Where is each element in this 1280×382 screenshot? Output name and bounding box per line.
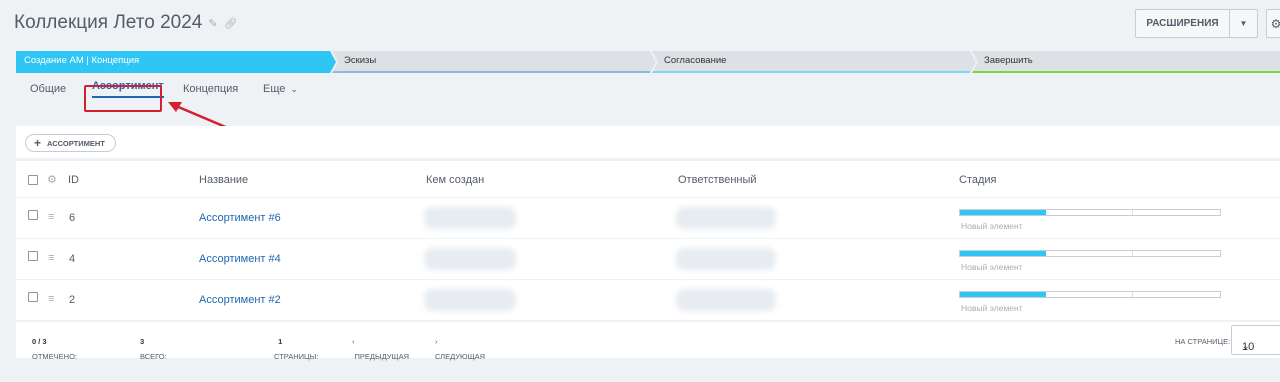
drag-handle-icon[interactable]: ≡ <box>48 253 59 264</box>
chevron-down-icon: ⌄ <box>290 84 298 94</box>
stage-bar: Создание АМ | Концепция Эскизы Согласова… <box>16 51 1280 73</box>
prev-page-link[interactable]: ‹ ПРЕДЫДУЩАЯ <box>352 337 409 361</box>
pages-info: СТРАНИЦЫ: 1 <box>274 337 318 361</box>
column-responsible[interactable]: Ответственный <box>678 174 757 186</box>
stage-label: Согласование <box>664 55 727 66</box>
select-all-checkbox[interactable] <box>28 175 38 185</box>
prev-page-label: ПРЕДЫДУЩАЯ <box>354 352 410 361</box>
total-count-value: 3 <box>140 337 145 346</box>
table-row[interactable]: ≡ 6 Ассортимент #6 Новый элемент <box>16 198 1280 239</box>
row-id: 4 <box>69 253 76 265</box>
caret-down-icon[interactable]: ▼ <box>1229 10 1257 37</box>
stage-label: Новый элемент <box>961 303 1023 313</box>
assortment-grid: ⚙ ID Название Кем создан Ответственный С… <box>16 161 1280 361</box>
stage-progress-fill <box>960 251 1046 256</box>
stage-finish[interactable]: Завершить <box>972 51 1280 73</box>
stage-label: Новый элемент <box>961 262 1023 272</box>
selected-count-label: ОТМЕЧЕНО: <box>32 352 77 361</box>
next-page-link[interactable]: СЛЕДУЮЩАЯ › <box>435 337 485 361</box>
progress-divider <box>1132 210 1133 215</box>
stage-label: Новый элемент <box>961 221 1023 231</box>
stage-color-bar <box>972 71 1280 73</box>
row-checkbox[interactable] <box>28 292 38 302</box>
stage-progress <box>959 291 1221 298</box>
link-icon[interactable]: 🔗︎ <box>224 17 238 30</box>
pages-value: 1 <box>278 337 283 346</box>
tab-general[interactable]: Общие <box>30 83 66 95</box>
stage-progress <box>959 250 1221 257</box>
row-name-link[interactable]: Ассортимент #6 <box>199 212 281 224</box>
extensions-button[interactable]: РАСШИРЕНИЯ ▼ <box>1135 9 1258 38</box>
drag-handle-icon[interactable]: ≡ <box>48 294 59 305</box>
column-name[interactable]: Название <box>199 174 248 186</box>
next-page-label: СЛЕДУЮЩАЯ <box>435 352 486 361</box>
stage-color-bar <box>652 71 970 73</box>
stage-create-concept[interactable]: Создание АМ | Концепция <box>16 51 336 73</box>
grid-footer: ОТМЕЧЕНО: 0 / 3 ВСЕГО: 3 СТРАНИЦЫ: 1 ‹ П… <box>16 321 1280 361</box>
per-page-select[interactable]: 10 ⌄ <box>1231 325 1280 355</box>
stage-progress <box>959 209 1221 216</box>
column-id[interactable]: ID <box>68 174 79 186</box>
gear-icon[interactable]: ⚙ <box>47 173 57 186</box>
tab-more-label: Еще <box>263 83 286 95</box>
gear-icon[interactable]: ⚙ <box>1266 9 1280 38</box>
per-page-label: НА СТРАНИЦЕ: <box>1175 337 1231 346</box>
stage-color-bar <box>332 71 650 73</box>
progress-divider <box>1132 251 1133 256</box>
stage-label: Завершить <box>984 55 1033 66</box>
total-count-label: ВСЕГО: <box>140 352 167 361</box>
stage-progress-fill <box>960 292 1046 297</box>
stage-label: Создание АМ | Концепция <box>24 55 140 66</box>
column-created-by[interactable]: Кем создан <box>426 174 484 186</box>
page-title: Коллекция Лето 2024 <box>14 12 203 33</box>
responsible-blurred <box>676 207 776 229</box>
extensions-label[interactable]: РАСШИРЕНИЯ <box>1136 18 1229 29</box>
grid-toolbar: + АССОРТИМЕНТ <box>16 126 1280 158</box>
created-by-blurred <box>424 248 516 270</box>
pencil-icon[interactable]: ✎ <box>208 17 217 30</box>
add-assortment-label: АССОРТИМЕНТ <box>47 138 105 148</box>
stage-approval[interactable]: Согласование <box>652 51 976 73</box>
row-name-link[interactable]: Ассортимент #4 <box>199 253 281 265</box>
page-header: Коллекция Лето 2024 ✎ 🔗︎ <box>14 12 238 34</box>
total-count: ВСЕГО: 3 <box>140 337 167 361</box>
row-id: 6 <box>69 212 76 224</box>
row-checkbox[interactable] <box>28 251 38 261</box>
created-by-blurred <box>424 207 516 229</box>
tab-assortment[interactable]: Ассортимент <box>92 80 164 98</box>
selected-count: ОТМЕЧЕНО: 0 / 3 <box>32 337 77 361</box>
tab-more[interactable]: Еще ⌄ <box>263 83 298 95</box>
responsible-blurred <box>676 248 776 270</box>
created-by-blurred <box>424 289 516 311</box>
table-row[interactable]: ≡ 2 Ассортимент #2 Новый элемент <box>16 280 1280 321</box>
chevron-down-icon: ⌄ <box>1242 341 1250 351</box>
stage-sketches[interactable]: Эскизы <box>332 51 656 73</box>
add-assortment-button[interactable]: + АССОРТИМЕНТ <box>25 134 116 152</box>
row-name-link[interactable]: Ассортимент #2 <box>199 294 281 306</box>
progress-divider <box>1132 292 1133 297</box>
responsible-blurred <box>676 289 776 311</box>
stage-progress-fill <box>960 210 1046 215</box>
table-row[interactable]: ≡ 4 Ассортимент #4 Новый элемент <box>16 239 1280 280</box>
tab-concept[interactable]: Концепция <box>183 83 238 95</box>
row-id: 2 <box>69 294 76 306</box>
stage-label: Эскизы <box>344 55 377 66</box>
column-stage[interactable]: Стадия <box>959 174 997 186</box>
grid-header: ⚙ ID Название Кем создан Ответственный С… <box>16 161 1280 198</box>
row-checkbox[interactable] <box>28 210 38 220</box>
drag-handle-icon[interactable]: ≡ <box>48 212 59 223</box>
plus-icon: + <box>34 136 42 150</box>
selected-count-value: 0 / 3 <box>32 337 47 346</box>
pages-label: СТРАНИЦЫ: <box>274 352 319 361</box>
